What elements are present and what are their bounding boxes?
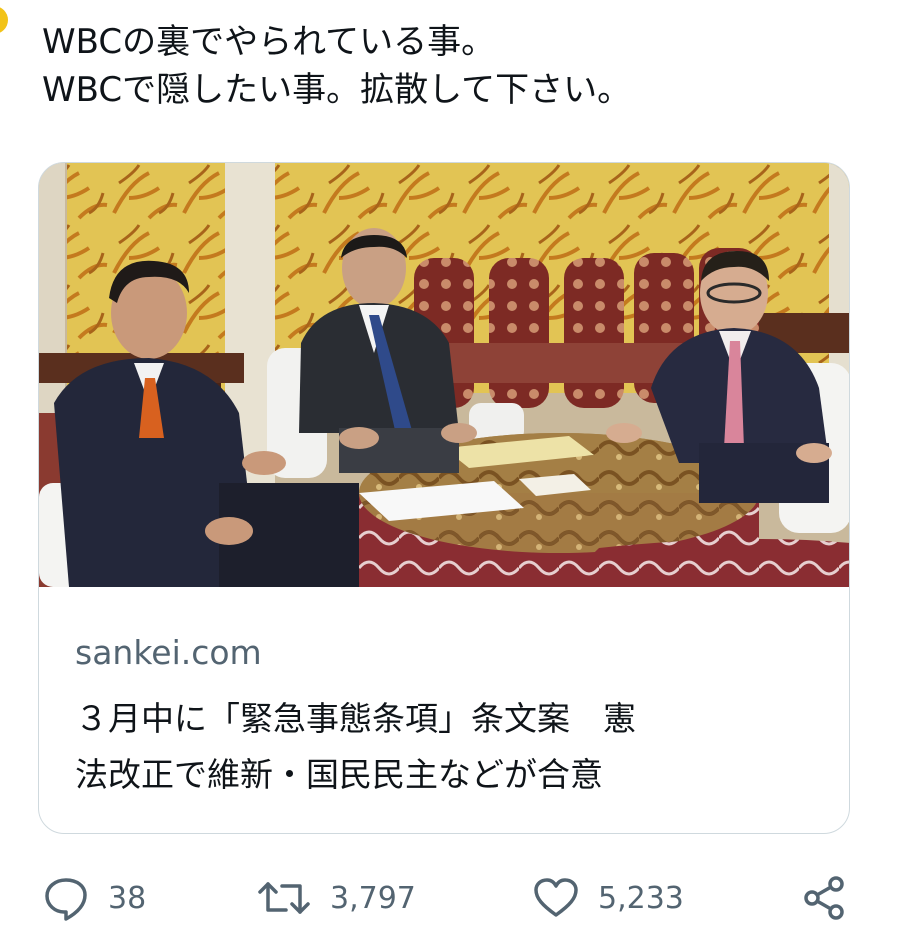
link-preview-card[interactable]: sankei.com ３月中に「緊急事態条項」条文案 憲 法改正で維新・国民民主… [38, 162, 850, 834]
card-domain: sankei.com [75, 633, 262, 672]
like-icon [534, 878, 578, 917]
like-count: 5,233 [598, 880, 684, 916]
share-icon [804, 876, 844, 920]
article-photo [39, 163, 849, 587]
retweet-icon [258, 882, 310, 914]
tweet-text: WBCの裏でやられている事。 WBCで隠したい事。拡散して下さい。 [42, 18, 862, 114]
reply-icon [45, 878, 87, 921]
card-title: ３月中に「緊急事態条項」条文案 憲 法改正で維新・国民民主などが合意 [75, 691, 815, 803]
tweet-text-line: WBCで隠したい事。拡散して下さい。 [42, 70, 632, 110]
card-title-line: ３月中に「緊急事態条項」条文案 憲 [75, 699, 636, 738]
like-button[interactable]: 5,233 [532, 868, 684, 928]
retweet-button[interactable]: 3,797 [256, 868, 416, 928]
retweet-count: 3,797 [330, 880, 416, 916]
share-button[interactable] [800, 868, 848, 928]
avatar[interactable] [0, 6, 8, 34]
tweet-actions: 38 3,797 5,233 [0, 868, 899, 928]
card-title-line: 法改正で維新・国民民主などが合意 [75, 755, 603, 794]
reply-count: 38 [108, 880, 147, 916]
tweet-text-line: WBCの裏でやられている事。 [42, 22, 496, 62]
reply-button[interactable]: 38 [42, 868, 146, 928]
